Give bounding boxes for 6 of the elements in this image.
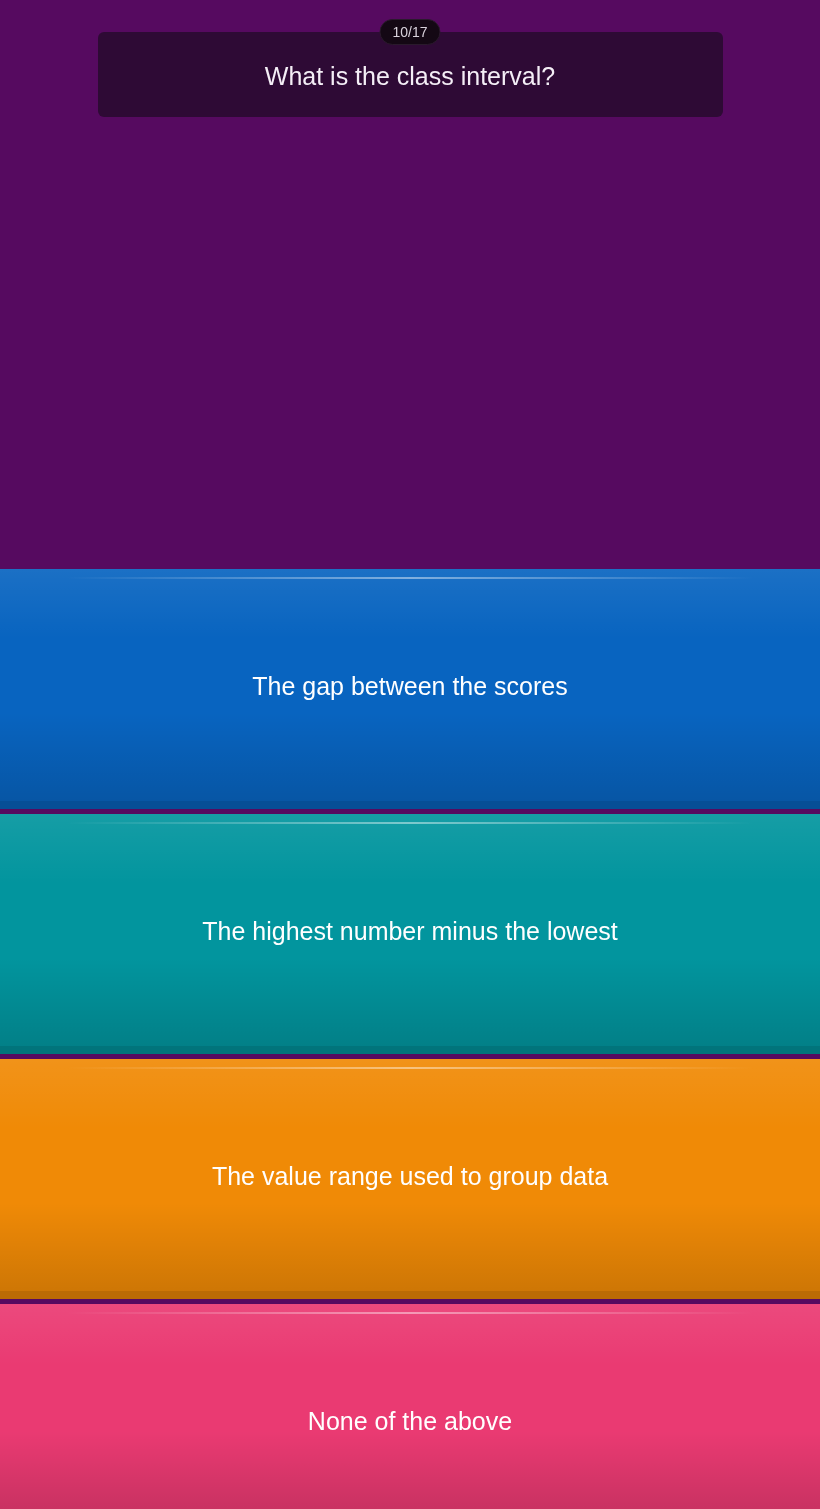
answer-option[interactable]: The value range used to group data	[0, 1059, 820, 1299]
question-text: What is the class interval?	[264, 61, 556, 91]
answer-option[interactable]: None of the above	[0, 1304, 820, 1509]
progress-counter: 10/17	[379, 19, 441, 45]
answer-option[interactable]: The highest number minus the lowest	[0, 814, 820, 1054]
answer-option[interactable]: The gap between the scores	[0, 569, 820, 809]
